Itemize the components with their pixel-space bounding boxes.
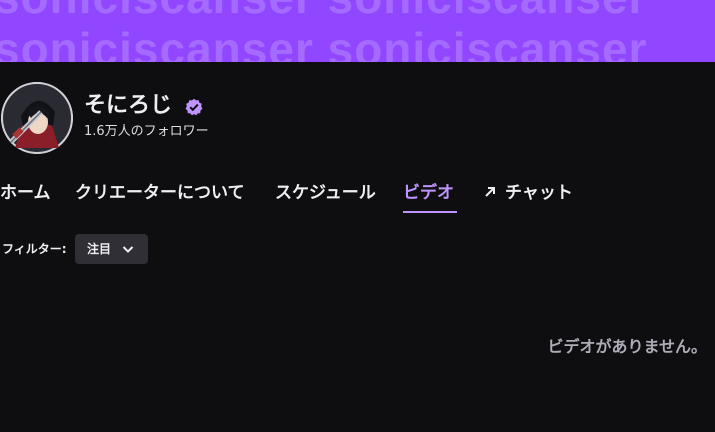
tab-about[interactable]: クリエーターについて [75, 178, 245, 208]
filter-label: フィルター: [2, 242, 67, 256]
follower-count: 1.6万人のフォロワー [84, 124, 209, 139]
active-tab-indicator [403, 211, 457, 213]
filter-dropdown[interactable]: 注目 [75, 234, 148, 264]
external-arrow-icon [485, 187, 495, 197]
chevron-down-icon [122, 246, 134, 253]
tab-chat[interactable]: チャット [483, 178, 573, 208]
empty-state-message: ビデオがありません。 [547, 337, 707, 356]
verified-badge-icon [185, 98, 203, 116]
banner-watermark-bottom: soniciscanser soniciscanser [0, 23, 648, 62]
tab-chat-label: チャット [505, 183, 573, 203]
tab-home[interactable]: ホーム [0, 178, 51, 208]
channel-name[interactable]: そにろじ [84, 92, 172, 120]
tab-videos[interactable]: ビデオ [403, 178, 454, 208]
channel-tabs: ホーム クリエーターについて スケジュール ビデオ チャット [0, 178, 715, 218]
channel-avatar[interactable] [1, 82, 73, 154]
banner-watermark-top: soniciscanser soniciscanser [0, 0, 647, 24]
tab-schedule[interactable]: スケジュール [275, 178, 376, 208]
channel-banner: soniciscanser soniciscanser soniciscanse… [0, 0, 715, 62]
filter-selected-value: 注目 [87, 242, 112, 256]
